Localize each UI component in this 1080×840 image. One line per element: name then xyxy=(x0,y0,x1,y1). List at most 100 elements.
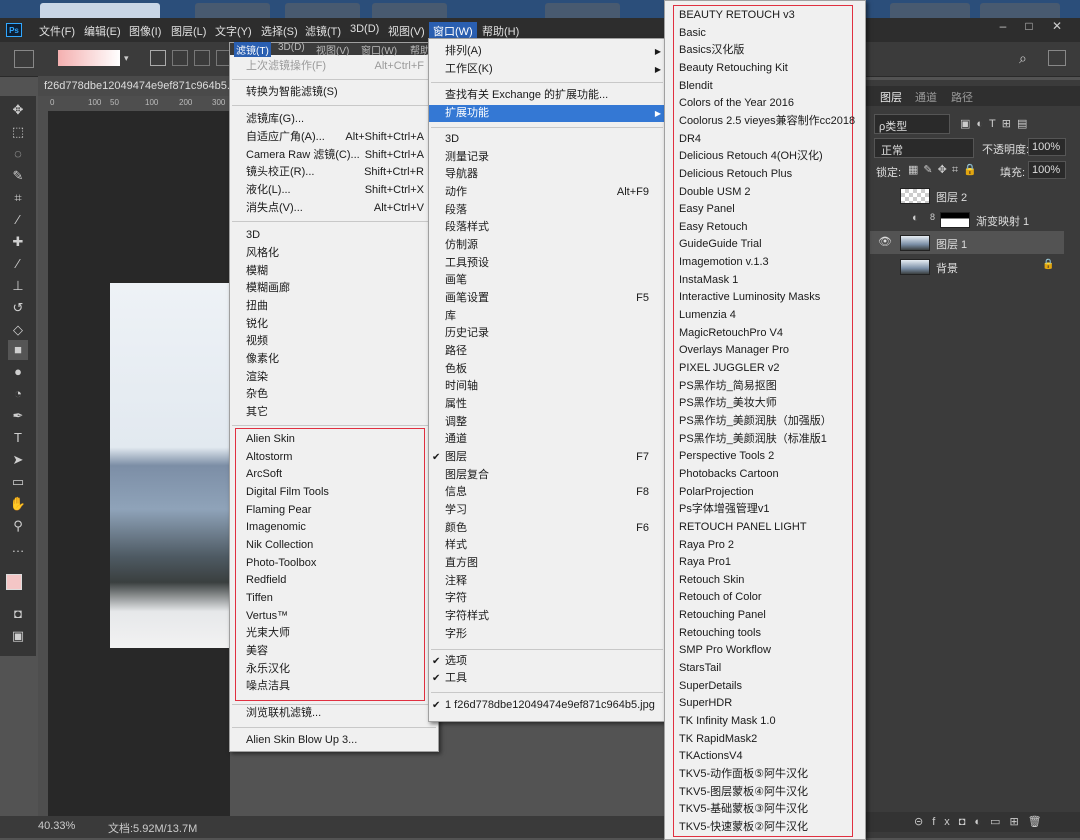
menu-item-panel[interactable]: 学习 xyxy=(429,502,665,519)
maximize-icon[interactable]: □ xyxy=(1016,18,1042,34)
type-tool-icon[interactable]: T xyxy=(8,428,28,448)
menu-item-filter-gallery[interactable]: 滤镜库(G)... xyxy=(230,111,438,128)
menu-item-plugin[interactable]: Digital Film Tools xyxy=(230,484,438,501)
menu-item-panel[interactable]: 直方图 xyxy=(429,555,665,572)
menu-file[interactable]: 文件(F) xyxy=(39,23,75,39)
screen-mode-icon[interactable]: ▣ xyxy=(8,626,28,646)
menu-item-extension[interactable]: Interactive Luminosity Masks xyxy=(665,289,865,306)
menu-item-extension[interactable]: TKV5-基础蒙板③阿牛汉化 xyxy=(665,801,865,818)
shape-tool-icon[interactable]: ▭ xyxy=(8,472,28,492)
layer-row[interactable]: 图层 2 xyxy=(870,184,1064,207)
menu-item-extension[interactable]: BEAUTY RETOUCH v3 xyxy=(665,7,865,24)
menu-item-extension[interactable]: SuperHDR xyxy=(665,695,865,712)
menu-item-browse-online[interactable]: 浏览联机滤镜... xyxy=(230,705,438,722)
menu-item-category[interactable]: 渲染 xyxy=(230,369,438,386)
healing-tool-icon[interactable]: ✚ xyxy=(8,232,28,252)
menu-item-category[interactable]: 扭曲 xyxy=(230,298,438,315)
menu-item-lens-correction[interactable]: 镜头校正(R)... Shift+Ctrl+R xyxy=(230,164,438,181)
dodge-tool-icon[interactable]: ◔ xyxy=(8,384,28,404)
menu-item-adaptive-wide-angle[interactable]: 自适应广角(A)... Alt+Shift+Ctrl+A xyxy=(230,129,438,146)
menu-item-panel[interactable]: 动作 Alt+F9 xyxy=(429,184,665,201)
zoom-tool-icon[interactable]: ⚲ xyxy=(8,516,28,536)
menu-item-panel[interactable]: 通道 xyxy=(429,431,665,448)
menu-item-plugin[interactable]: Nik Collection xyxy=(230,537,438,554)
menu-item-panel[interactable]: 库 xyxy=(429,308,665,325)
marquee-tool-icon[interactable]: ⬚ xyxy=(8,122,28,142)
menu-item-last-filter[interactable]: 上次滤镜操作(F) Alt+Ctrl+F xyxy=(230,58,438,75)
taskbar-tab[interactable] xyxy=(285,3,360,18)
menu-item-extension[interactable]: Easy Panel xyxy=(665,201,865,218)
menu-item-extension[interactable]: Retouch Skin xyxy=(665,572,865,589)
menu-item-panel[interactable]: 字符样式 xyxy=(429,608,665,625)
quick-select-tool-icon[interactable]: ✎ xyxy=(8,166,28,186)
menu-item-plugin[interactable]: Redfield xyxy=(230,572,438,589)
menu-item-panel[interactable]: 测量记录 xyxy=(429,149,665,166)
taskbar-tab[interactable] xyxy=(890,3,970,18)
menu-item-plugin[interactable]: Alien Skin xyxy=(230,431,438,448)
menu-item-extension[interactable]: DR4 xyxy=(665,131,865,148)
menu-item-category[interactable]: 杂色 xyxy=(230,386,438,403)
pen-tool-icon[interactable]: ✒ xyxy=(8,406,28,426)
quick-mask-icon[interactable]: ◘ xyxy=(8,604,28,624)
menu-item-smart-filter[interactable]: 转换为智能滤镜(S) xyxy=(230,84,438,101)
menu-item-extension[interactable]: Raya Pro 2 xyxy=(665,537,865,554)
menu-item-category[interactable]: 模糊 xyxy=(230,263,438,280)
linear-gradient-icon[interactable] xyxy=(150,50,166,66)
tab-layers[interactable]: 图层 xyxy=(880,89,902,105)
menu-filter[interactable]: 滤镜(T) xyxy=(305,23,341,39)
menu-item-category[interactable]: 锐化 xyxy=(230,316,438,333)
menu-item-panel[interactable]: 图层复合 xyxy=(429,467,665,484)
menu-item-panel[interactable]: 段落样式 xyxy=(429,219,665,236)
radial-gradient-icon[interactable] xyxy=(172,50,188,66)
menu-item-plugin[interactable]: Vertus™ xyxy=(230,608,438,625)
menu-item-panel[interactable]: 时间轴 xyxy=(429,378,665,395)
workspace-icon[interactable] xyxy=(1048,50,1066,66)
document-image[interactable] xyxy=(110,283,230,648)
gradient-swatch[interactable] xyxy=(58,50,120,66)
menu-item-extension[interactable]: TKV5-快速蒙板②阿牛汉化 xyxy=(665,819,865,836)
menu-item-extension[interactable]: Coolorus 2.5 vieyes兼容制作cc2018 xyxy=(665,113,865,130)
menu-item-arrange[interactable]: 排列(A) ▶ xyxy=(429,43,665,60)
menu-item-extension[interactable]: Easy Retouch xyxy=(665,219,865,236)
menu-layer[interactable]: 图层(L) xyxy=(171,23,206,39)
fill-input[interactable]: 100% xyxy=(1028,161,1066,179)
menu-item-plugin[interactable]: ArcSoft xyxy=(230,466,438,483)
menu-edit[interactable]: 编辑(E) xyxy=(84,23,121,39)
taskbar-tab[interactable] xyxy=(40,3,160,18)
eye-icon[interactable]: 👁 xyxy=(878,235,892,248)
menu-item-extension[interactable]: PS黑作坊_美妆大师 xyxy=(665,395,865,412)
eraser-tool-icon[interactable]: ◇ xyxy=(8,320,28,340)
hand-tool-icon[interactable]: ✋ xyxy=(8,494,28,514)
taskbar-tab[interactable] xyxy=(372,3,447,18)
menu-item-category[interactable]: 视频 xyxy=(230,333,438,350)
menu-item-vanishing-point[interactable]: 消失点(V)... Alt+Ctrl+V xyxy=(230,200,438,217)
menu-item-panel[interactable]: 色板 xyxy=(429,361,665,378)
blur-tool-icon[interactable]: ● xyxy=(8,362,28,382)
menu-item-options[interactable]: ✔ 选项 xyxy=(429,653,665,670)
menu-item-extension[interactable]: TKV5-图层蒙板④阿牛汉化 xyxy=(665,784,865,801)
menu-item-panel[interactable]: 历史记录 xyxy=(429,325,665,342)
menu-item-panel[interactable]: 颜色 F6 xyxy=(429,520,665,537)
menu-item-plugin[interactable]: 光束大师 xyxy=(230,625,438,642)
menu-item-plugin[interactable]: Tiffen xyxy=(230,590,438,607)
history-brush-icon[interactable]: ↺ xyxy=(8,298,28,318)
lasso-tool-icon[interactable]: ◌ xyxy=(8,144,28,164)
menu-item-category[interactable]: 像素化 xyxy=(230,351,438,368)
menu-view[interactable]: 视图(V) xyxy=(388,23,425,39)
menu-item-extension[interactable]: Ps字体增强管理v1 xyxy=(665,501,865,518)
menu-item-extension[interactable]: TKActionsV4 xyxy=(665,748,865,765)
layer-filter-select[interactable]: ρ类型 xyxy=(874,114,950,134)
taskbar-tab[interactable] xyxy=(195,3,270,18)
menu-item-liquify[interactable]: 液化(L)... Shift+Ctrl+X xyxy=(230,182,438,199)
crop-tool-icon[interactable]: ⌗ xyxy=(8,188,28,208)
menu-item-extension[interactable]: InstaMask 1 xyxy=(665,272,865,289)
menu-item-extension[interactable]: SMP Pro Workflow xyxy=(665,642,865,659)
menu-item-panel[interactable]: 工具预设 xyxy=(429,255,665,272)
menu-item-plugin[interactable]: Altostorm xyxy=(230,449,438,466)
menu-item-extensions[interactable]: 扩展功能 ▶ xyxy=(429,105,665,122)
menu-item-category[interactable]: 模糊画廊 xyxy=(230,280,438,297)
menu-image[interactable]: 图像(I) xyxy=(129,23,161,39)
menu-item-panel[interactable]: 仿制源 xyxy=(429,237,665,254)
menu-item-panel[interactable]: 画笔 xyxy=(429,272,665,289)
lock-icons[interactable]: ▦✎✥⌗🔒 xyxy=(908,163,982,177)
